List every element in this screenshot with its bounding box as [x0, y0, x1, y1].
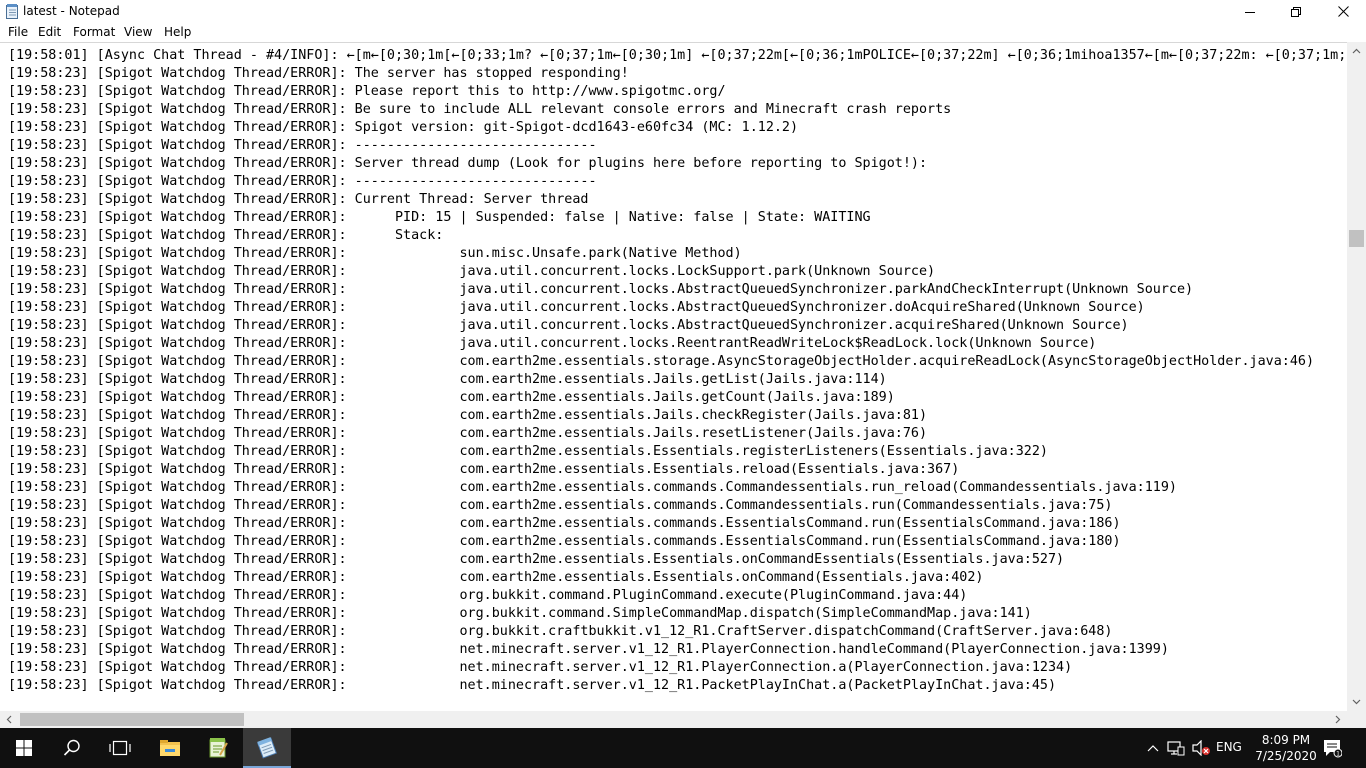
minimize-icon	[1245, 11, 1255, 13]
text-line: [19:58:23] [Spigot Watchdog Thread/ERROR…	[8, 66, 629, 81]
text-line: [19:58:23] [Spigot Watchdog Thread/ERROR…	[8, 552, 1065, 567]
text-line: [19:58:23] [Spigot Watchdog Thread/ERROR…	[8, 192, 589, 207]
close-icon	[1337, 6, 1349, 17]
notepad-app-icon	[6, 4, 18, 19]
text-line: [19:58:23] [Spigot Watchdog Thread/ERROR…	[8, 480, 1177, 495]
task-view-icon	[109, 740, 131, 756]
windows-start-icon	[16, 740, 32, 756]
text-line: [19:58:23] [Spigot Watchdog Thread/ERROR…	[8, 678, 1057, 693]
text-line: [19:58:23] [Spigot Watchdog Thread/ERROR…	[8, 624, 1113, 639]
scroll-down-arrow-icon[interactable]	[1352, 697, 1361, 706]
svg-text:1: 1	[1336, 751, 1340, 758]
file-explorer-button[interactable]	[146, 728, 194, 768]
title-bar[interactable]: latest - Notepad	[0, 0, 1366, 23]
text-line: [19:58:23] [Spigot Watchdog Thread/ERROR…	[8, 534, 1121, 549]
text-line: [19:58:23] [Spigot Watchdog Thread/ERROR…	[8, 174, 597, 189]
notepad-taskbar-button[interactable]	[243, 728, 291, 768]
scrollbar-corner	[1347, 711, 1366, 728]
text-line: [19:58:23] [Spigot Watchdog Thread/ERROR…	[8, 318, 1129, 333]
clock-time: 8:09 PM	[1261, 733, 1311, 747]
close-button[interactable]	[1320, 0, 1366, 23]
text-line: [19:58:23] [Spigot Watchdog Thread/ERROR…	[8, 390, 895, 405]
text-line: [19:58:23] [Spigot Watchdog Thread/ERROR…	[8, 84, 726, 99]
text-content[interactable]: [19:58:01] [Async Chat Thread - #4/INFO]…	[8, 47, 1346, 709]
notepad-icon	[257, 737, 277, 759]
restore-button[interactable]	[1273, 0, 1319, 23]
text-line: [19:58:23] [Spigot Watchdog Thread/ERROR…	[8, 606, 1032, 621]
menu-format[interactable]: Format	[73, 25, 115, 39]
search-button[interactable]	[48, 728, 96, 768]
text-line: [19:58:23] [Spigot Watchdog Thread/ERROR…	[8, 588, 968, 603]
text-line: [19:58:23] [Spigot Watchdog Thread/ERROR…	[8, 444, 1048, 459]
text-line: [19:58:23] [Spigot Watchdog Thread/ERROR…	[8, 570, 984, 585]
chevron-up-icon	[1147, 745, 1159, 752]
start-button[interactable]	[0, 728, 48, 768]
text-line: [19:58:23] [Spigot Watchdog Thread/ERROR…	[8, 264, 936, 279]
restore-icon	[1291, 6, 1301, 17]
horizontal-scroll-thumb[interactable]	[20, 713, 244, 726]
vertical-scrollbar[interactable]	[1347, 42, 1366, 711]
text-line: [19:58:23] [Spigot Watchdog Thread/ERROR…	[8, 498, 1113, 513]
text-line: [19:58:23] [Spigot Watchdog Thread/ERROR…	[8, 426, 928, 441]
text-line: [19:58:23] [Spigot Watchdog Thread/ERROR…	[8, 660, 1073, 675]
text-editor[interactable]: [19:58:01] [Async Chat Thread - #4/INFO]…	[0, 42, 1366, 728]
show-hidden-icons-button[interactable]	[1144, 728, 1162, 768]
text-line: [19:58:23] [Spigot Watchdog Thread/ERROR…	[8, 642, 1169, 657]
text-line: [19:58:23] [Spigot Watchdog Thread/ERROR…	[8, 408, 928, 423]
vertical-scroll-thumb[interactable]	[1349, 230, 1364, 247]
text-line: [19:58:23] [Spigot Watchdog Thread/ERROR…	[8, 354, 1315, 369]
window-title: latest - Notepad	[23, 4, 120, 18]
search-icon	[63, 739, 80, 756]
text-line: [19:58:23] [Spigot Watchdog Thread/ERROR…	[8, 228, 444, 243]
text-line: [19:58:23] [Spigot Watchdog Thread/ERROR…	[8, 138, 597, 153]
text-line: [19:58:23] [Spigot Watchdog Thread/ERROR…	[8, 120, 799, 135]
scroll-right-arrow-icon[interactable]	[1333, 715, 1342, 724]
menu-help[interactable]: Help	[164, 25, 191, 39]
clock[interactable]: 8:09 PM 7/25/2020	[1252, 732, 1320, 764]
input-language[interactable]: ENG	[1216, 740, 1242, 754]
text-line: [19:58:23] [Spigot Watchdog Thread/ERROR…	[8, 246, 742, 261]
scroll-left-arrow-icon[interactable]	[5, 715, 14, 724]
minimize-button[interactable]	[1227, 0, 1273, 23]
scroll-up-arrow-icon[interactable]	[1352, 47, 1361, 56]
taskbar: ENG 8:09 PM 7/25/2020 1	[0, 728, 1366, 768]
clock-date: 7/25/2020	[1255, 749, 1317, 763]
notepadpp-button[interactable]	[194, 728, 242, 768]
text-line: [19:58:23] [Spigot Watchdog Thread/ERROR…	[8, 336, 1097, 351]
menu-view[interactable]: View	[124, 25, 152, 39]
text-line: [19:58:23] [Spigot Watchdog Thread/ERROR…	[8, 462, 960, 477]
notepadpp-icon	[209, 738, 228, 758]
text-line: [19:58:23] [Spigot Watchdog Thread/ERROR…	[8, 516, 1121, 531]
text-line: [19:58:23] [Spigot Watchdog Thread/ERROR…	[8, 210, 871, 225]
horizontal-scrollbar[interactable]	[0, 711, 1347, 728]
volume-muted-icon	[1192, 740, 1210, 756]
text-line: [19:58:23] [Spigot Watchdog Thread/ERROR…	[8, 102, 952, 117]
menu-edit[interactable]: Edit	[38, 25, 61, 39]
menu-file[interactable]: File	[8, 25, 28, 39]
text-line: [19:58:23] [Spigot Watchdog Thread/ERROR…	[8, 156, 928, 171]
text-line: [19:58:23] [Spigot Watchdog Thread/ERROR…	[8, 282, 1194, 297]
task-view-button[interactable]	[96, 728, 144, 768]
text-line: [19:58:01] [Async Chat Thread - #4/INFO]…	[8, 48, 1346, 63]
menu-bar: File Edit Format View Help	[0, 23, 1366, 42]
volume-button[interactable]	[1190, 728, 1212, 768]
file-explorer-icon	[160, 740, 180, 756]
text-line: [19:58:23] [Spigot Watchdog Thread/ERROR…	[8, 300, 1145, 315]
text-line: [19:58:23] [Spigot Watchdog Thread/ERROR…	[8, 372, 887, 387]
network-icon	[1167, 741, 1185, 756]
action-center-icon[interactable]: 1	[1322, 738, 1342, 758]
network-button[interactable]	[1166, 728, 1186, 768]
